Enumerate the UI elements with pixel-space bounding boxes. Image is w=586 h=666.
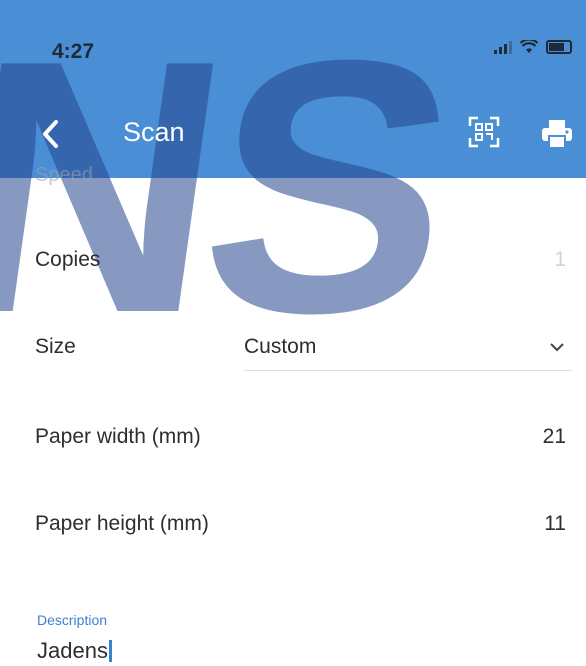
- size-selected-value: Custom: [244, 335, 317, 358]
- size-select[interactable]: Custom: [244, 330, 572, 371]
- status-time: 4:27: [52, 40, 95, 63]
- qr-scan-icon[interactable]: [468, 116, 500, 148]
- paper-height-value[interactable]: 11: [544, 512, 566, 536]
- chevron-left-icon: [43, 120, 58, 148]
- paper-width-label: Paper width (mm): [35, 425, 201, 448]
- back-button[interactable]: [32, 114, 68, 154]
- copies-value[interactable]: 1: [554, 248, 566, 272]
- battery-icon: [546, 40, 572, 54]
- description-input[interactable]: Jadens: [37, 636, 112, 666]
- app-header: [0, 0, 586, 178]
- description-label: Description: [37, 612, 108, 628]
- wifi-icon: [520, 40, 538, 53]
- copies-label: Copies: [35, 248, 101, 271]
- chevron-down-icon: [550, 343, 564, 352]
- status-icons: [494, 40, 572, 54]
- paper-width-value[interactable]: 21: [543, 425, 566, 449]
- signal-icon: [494, 40, 512, 54]
- description-value: Jadens: [37, 638, 108, 663]
- text-caret: [108, 640, 112, 662]
- paper-height-label: Paper height (mm): [35, 512, 209, 535]
- size-label: Size: [35, 335, 76, 358]
- speed-label: Speed: [35, 164, 93, 186]
- page-title: Scan: [123, 117, 185, 147]
- print-icon[interactable]: [541, 119, 573, 149]
